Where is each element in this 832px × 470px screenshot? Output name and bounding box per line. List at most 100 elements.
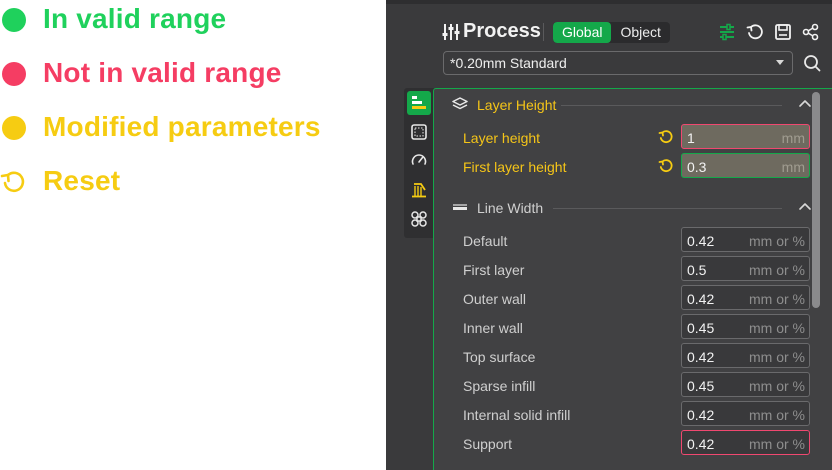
field-value: 0.42: [687, 349, 715, 365]
legend-label: In valid range: [43, 3, 227, 34]
first-layer-height-input[interactable]: 0.3 mm: [681, 153, 810, 178]
save-icon[interactable]: [774, 23, 792, 41]
line-width-icon: [453, 204, 467, 210]
field-unit: mm or %: [749, 407, 805, 423]
compare-icon[interactable]: [718, 23, 736, 41]
panel-top-border: [386, 0, 832, 4]
process-panel: Process Global Object *0.20mm Standard L…: [386, 0, 832, 470]
legend-label: Modified parameters: [43, 111, 321, 142]
line-width-outer-wall-input[interactable]: 0.42 mm or %: [681, 285, 810, 310]
field-unit: mm: [781, 159, 805, 175]
setting-label: Inner wall: [463, 320, 523, 336]
side-tab-strength[interactable]: [407, 120, 431, 144]
panel-header: Process Global Object: [386, 14, 832, 50]
process-sliders-icon: [442, 24, 460, 40]
field-unit: mm or %: [749, 262, 805, 278]
line-width-first-layer-input[interactable]: 0.5 mm or %: [681, 256, 810, 281]
side-tab-speed[interactable]: [407, 148, 431, 172]
chevron-up-icon[interactable]: [798, 201, 812, 211]
line-width-inner-wall-input[interactable]: 0.45 mm or %: [681, 314, 810, 339]
line-width-top-surface-input[interactable]: 0.42 mm or %: [681, 343, 810, 368]
reset-icon[interactable]: [658, 158, 674, 174]
panel-title: Process: [463, 20, 541, 42]
legend-label: Not in valid range: [43, 57, 282, 88]
side-tab-quality[interactable]: [407, 91, 431, 115]
share-icon[interactable]: [802, 23, 820, 41]
setting-row-default: Default 0.42 mm or %: [434, 227, 832, 253]
setting-row-sparse-infill: Sparse infill 0.45 mm or %: [434, 372, 832, 398]
setting-row-first-layer: First layer 0.5 mm or %: [434, 256, 832, 282]
tab-object[interactable]: Object: [611, 22, 669, 43]
setting-row-layer-height: Layer height 1 mm: [434, 124, 832, 150]
section-title: Layer Height: [477, 97, 557, 113]
field-value: 0.45: [687, 378, 715, 394]
section-title: Line Width: [477, 200, 544, 216]
section-divider: [553, 208, 782, 209]
speed-icon: [411, 154, 427, 165]
reset-icon: [0, 171, 25, 193]
category-tabs: [404, 88, 434, 238]
others-icon: [411, 211, 427, 227]
setting-label: Sparse infill: [463, 378, 536, 394]
line-width-internal-solid-infill-input[interactable]: 0.42 mm or %: [681, 401, 810, 426]
setting-label: Outer wall: [463, 291, 527, 307]
setting-label: Layer height: [463, 130, 541, 146]
setting-row-internal-solid-infill: Internal solid infill 0.42 mm or %: [434, 401, 832, 427]
setting-label: Support: [463, 436, 513, 452]
green-dot-icon: [2, 8, 26, 32]
reset-all-icon[interactable]: [746, 23, 764, 41]
red-dot-icon: [2, 62, 26, 86]
setting-label: First layer: [463, 262, 525, 278]
setting-row-outer-wall: Outer wall 0.42 mm or %: [434, 285, 832, 311]
strength-icon: [411, 124, 427, 140]
header-divider: [543, 23, 544, 41]
layer-height-input[interactable]: 1 mm: [681, 124, 810, 149]
setting-row-first-layer-height: First layer height 0.3 mm: [434, 153, 832, 179]
setting-row-support: Support 0.42 mm or %: [434, 430, 832, 456]
setting-label: First layer height: [463, 159, 567, 175]
support-icon: [412, 183, 426, 198]
section-header-layer-height[interactable]: Layer Height: [452, 93, 812, 115]
field-unit: mm or %: [749, 291, 805, 307]
legend: In valid range Not in valid range Modifi…: [0, 0, 386, 470]
field-unit: mm or %: [749, 436, 805, 452]
legend-label: Reset: [43, 165, 121, 196]
side-tab-others[interactable]: [407, 207, 431, 231]
dropdown-arrow-icon: [776, 60, 784, 65]
field-value: 0.42: [687, 233, 715, 249]
yellow-dot-icon: [2, 116, 26, 140]
line-width-default-input[interactable]: 0.42 mm or %: [681, 227, 810, 252]
preset-value: *0.20mm Standard: [450, 55, 567, 71]
field-unit: mm or %: [749, 378, 805, 394]
settings-content: Layer Height Layer height 1 mm First lay…: [433, 88, 832, 470]
setting-label: Default: [463, 233, 508, 249]
layer-height-icon: [452, 97, 468, 110]
search-icon[interactable]: [803, 54, 821, 72]
tab-global[interactable]: Global: [553, 22, 612, 43]
scrollbar[interactable]: [812, 92, 820, 308]
reset-icon[interactable]: [658, 129, 674, 145]
field-value: 0.45: [687, 320, 715, 336]
scope-toggle: Global Object: [553, 22, 670, 43]
setting-row-inner-wall: Inner wall 0.45 mm or %: [434, 314, 832, 340]
setting-label: Top surface: [463, 349, 536, 365]
side-tab-support[interactable]: [407, 178, 431, 202]
preset-dropdown[interactable]: *0.20mm Standard: [443, 51, 793, 75]
field-value: 0.5: [687, 262, 707, 278]
field-value: 1: [687, 130, 695, 146]
line-width-sparse-infill-input[interactable]: 0.45 mm or %: [681, 372, 810, 397]
section-header-line-width[interactable]: Line Width: [452, 196, 812, 218]
field-unit: mm or %: [749, 233, 805, 249]
field-unit: mm or %: [749, 320, 805, 336]
setting-label: Internal solid infill: [463, 407, 571, 423]
field-value: 0.42: [687, 436, 715, 452]
quality-icon: [412, 96, 426, 109]
field-value: 0.42: [687, 291, 715, 307]
setting-row-top-surface: Top surface 0.42 mm or %: [434, 343, 832, 369]
field-value: 0.42: [687, 407, 715, 423]
field-value: 0.3: [687, 159, 707, 175]
chevron-up-icon[interactable]: [798, 98, 812, 108]
field-unit: mm: [781, 130, 805, 146]
line-width-support-input[interactable]: 0.42 mm or %: [681, 430, 810, 455]
field-unit: mm or %: [749, 349, 805, 365]
